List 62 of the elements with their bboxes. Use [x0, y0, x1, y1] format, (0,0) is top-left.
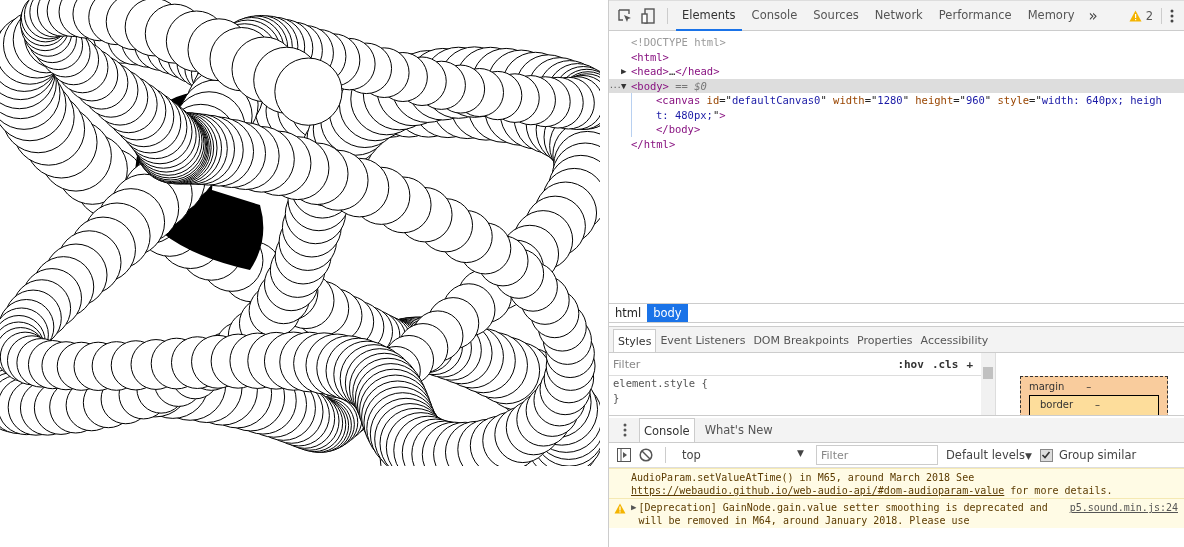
- warning-count[interactable]: 2: [1145, 8, 1153, 23]
- dom-node-line[interactable]: </html>: [631, 136, 690, 151]
- sidebar-tab[interactable]: DOM Breakpoints: [749, 329, 853, 352]
- sidebar-tab[interactable]: Properties: [853, 329, 917, 352]
- sidebar-tab[interactable]: Styles: [613, 329, 657, 352]
- dom-row[interactable]: </body>: [610, 122, 1184, 137]
- dom-node-line[interactable]: </body>: [656, 122, 715, 137]
- drawer-tab[interactable]: Console: [639, 418, 695, 442]
- levels-dropdown[interactable]: Default levels▼: [946, 448, 1032, 462]
- more-tabs-button[interactable]: »: [1084, 6, 1102, 25]
- warning-icon: [1128, 9, 1142, 22]
- dom-row[interactable]: ...▼ <body> == $0: [609, 78, 1184, 93]
- inspect-icon[interactable]: [617, 7, 633, 24]
- dom-row[interactable]: <html>: [609, 49, 1184, 64]
- message-text: for more details.: [1010, 484, 1113, 497]
- dom-node-line[interactable]: <html>: [631, 49, 683, 64]
- caret-icon: ▼: [797, 448, 804, 462]
- device-icon[interactable]: [641, 7, 655, 24]
- style-toolbar-button[interactable]: .cls: [931, 357, 959, 371]
- style-rule-line: element.style {: [612, 376, 709, 391]
- checkbox-label[interactable]: Group similar: [1058, 448, 1137, 462]
- dom-row[interactable]: ▶ <head>…</head>: [609, 64, 1184, 79]
- box-model-label: margin: [1029, 381, 1065, 392]
- message-link[interactable]: https://webaudio.github.io/web-audio-api/#dom-audioparam-value: [631, 484, 1005, 497]
- panel-tab[interactable]: Network: [868, 0, 929, 31]
- drawer-menu-icon[interactable]: [623, 423, 627, 437]
- caret-icon: ▼: [1025, 451, 1032, 461]
- clear-icon[interactable]: [639, 448, 653, 462]
- box-model-value: –: [1086, 381, 1092, 392]
- breadcrumb[interactable]: body: [647, 304, 688, 322]
- breadcrumb[interactable]: html: [609, 304, 648, 322]
- style-toolbar-button[interactable]: :hov: [897, 357, 924, 371]
- sidebar-tab[interactable]: Event Listeners: [656, 329, 750, 352]
- dom-node-line[interactable]: <body> == $0: [631, 78, 721, 93]
- box-model-value: –: [1095, 399, 1100, 410]
- style-rule-line: }: [612, 391, 621, 406]
- menu-icon[interactable]: [1170, 8, 1174, 23]
- warning-icon: [614, 503, 626, 514]
- panel-tab[interactable]: Sources: [807, 0, 865, 31]
- console-filter-field[interactable]: Filter: [816, 445, 938, 465]
- context-select[interactable]: top ▼: [678, 448, 808, 462]
- scrollbar[interactable]: [981, 353, 995, 415]
- panel-tab[interactable]: Memory: [1021, 0, 1081, 31]
- dom-node-line[interactable]: <head>…</head>: [631, 64, 734, 79]
- panel-tab[interactable]: Elements: [676, 0, 742, 31]
- style-toolbar-button[interactable]: +: [966, 357, 973, 371]
- expand-toggle[interactable]: ▶: [621, 66, 627, 76]
- group-similar-checkbox[interactable]: [1039, 448, 1053, 462]
- dom-row[interactable]: </html>: [609, 136, 1184, 151]
- box-model-label: border: [1040, 399, 1073, 410]
- message-text: [Deprecation] GainNode.gain.value setter smoothing is deprecated and will be removed in M64, around January 2018. Please use: [638, 501, 1049, 527]
- expand-toggle[interactable]: ▶: [631, 501, 637, 527]
- message-text: AudioParam.setValueAtTime() in M65, around March 2018 See: [631, 471, 976, 484]
- check-icon: [1041, 450, 1052, 460]
- drawer-tab[interactable]: What's New: [700, 418, 777, 442]
- ellipsis-menu[interactable]: ...: [609, 78, 621, 93]
- source-link[interactable]: p5.sound.min.js:24: [1069, 501, 1178, 527]
- panel-tab[interactable]: Performance: [932, 0, 1018, 31]
- sidebar-toggle-icon[interactable]: [617, 448, 631, 462]
- expand-toggle[interactable]: ▼: [621, 80, 627, 91]
- panel-tab[interactable]: Console: [745, 0, 804, 31]
- sidebar-tab[interactable]: Accessibility: [916, 329, 993, 352]
